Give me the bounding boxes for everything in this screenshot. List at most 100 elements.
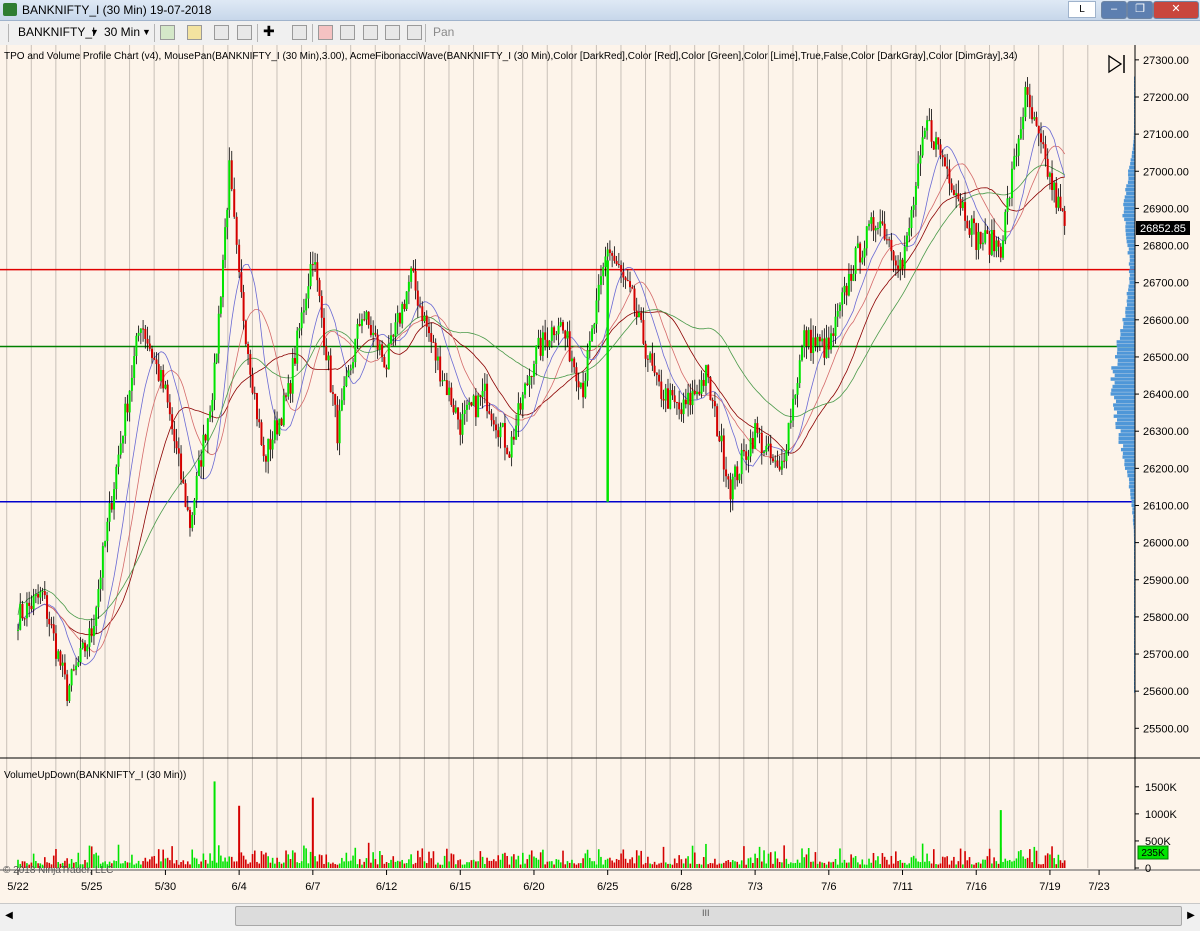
data-box-icon[interactable] bbox=[292, 25, 307, 40]
volume-bar bbox=[399, 861, 401, 868]
candle-body bbox=[32, 596, 35, 610]
volume-bar bbox=[122, 863, 124, 868]
volume-bar bbox=[955, 864, 957, 868]
candle-body bbox=[230, 160, 233, 190]
candle-body bbox=[470, 402, 473, 406]
price-tick-label: 25600.00 bbox=[1143, 686, 1189, 698]
candle-body bbox=[599, 276, 602, 285]
candle-body bbox=[526, 383, 529, 385]
volume-bar bbox=[430, 858, 433, 868]
volume-bar bbox=[510, 856, 513, 868]
profile-bar bbox=[1110, 392, 1135, 396]
candle-body bbox=[1059, 196, 1062, 209]
interval-dropdown-icon[interactable]: ▼ bbox=[142, 24, 151, 41]
candle-body bbox=[841, 292, 844, 305]
price-chart[interactable]: 25500.00 25600.00 25700.00 25800.00 25900.00… bbox=[0, 45, 1200, 903]
candle-body bbox=[443, 380, 446, 382]
candle-body bbox=[217, 313, 220, 354]
candle-body bbox=[17, 629, 19, 631]
volume-bar bbox=[857, 862, 859, 868]
profile-bar bbox=[1116, 340, 1135, 344]
candle-body bbox=[863, 248, 866, 258]
chart-mode-button[interactable]: L bbox=[1068, 1, 1096, 18]
chart-trader-icon[interactable] bbox=[407, 25, 422, 40]
restore-button[interactable]: ❐ bbox=[1127, 1, 1153, 19]
volume-bar bbox=[535, 857, 538, 868]
candle-body bbox=[477, 395, 480, 418]
zoom-icon[interactable] bbox=[237, 25, 252, 40]
indicators-icon[interactable] bbox=[318, 25, 333, 40]
volume-bar bbox=[620, 853, 622, 868]
volume-bar bbox=[341, 857, 343, 868]
volume-bar bbox=[215, 862, 218, 868]
volume-bar bbox=[696, 864, 698, 868]
volume-bar bbox=[687, 856, 689, 868]
volume-bar bbox=[879, 863, 881, 868]
volume-bar bbox=[224, 857, 226, 868]
candle-body bbox=[474, 395, 477, 418]
volume-bar bbox=[970, 864, 973, 868]
magic-wand-icon[interactable] bbox=[214, 25, 229, 40]
volume-bar bbox=[258, 863, 261, 868]
bar-type-icon[interactable] bbox=[160, 25, 175, 40]
strategies-icon[interactable] bbox=[340, 25, 355, 40]
minimize-button[interactable]: – bbox=[1101, 1, 1127, 19]
scroll-right-arrow-icon[interactable]: ▶ bbox=[1182, 906, 1200, 926]
candle-body bbox=[794, 394, 797, 399]
volume-bar bbox=[562, 850, 564, 868]
volume-bar bbox=[278, 861, 281, 868]
volume-bar bbox=[714, 858, 716, 868]
candle-body bbox=[401, 303, 404, 324]
volume-bar bbox=[624, 858, 627, 868]
volume-bar bbox=[294, 852, 296, 868]
interval-selector[interactable]: 30 Min bbox=[104, 24, 140, 41]
profile-bar bbox=[1127, 251, 1135, 255]
volume-bar bbox=[843, 859, 846, 868]
volume-bar bbox=[343, 861, 345, 868]
volume-bar bbox=[754, 853, 756, 868]
candle-body bbox=[758, 432, 761, 434]
scrollbar-thumb[interactable]: III bbox=[235, 906, 1182, 926]
candle-body bbox=[97, 589, 100, 608]
scroll-left-arrow-icon[interactable]: ◀ bbox=[0, 906, 18, 926]
candle-body bbox=[387, 343, 390, 370]
pan-button[interactable]: Pan bbox=[433, 24, 454, 41]
instrument-selector[interactable]: BANKNIFTY_I bbox=[18, 24, 95, 41]
candle-body bbox=[1015, 155, 1018, 157]
time-tick-label: 6/12 bbox=[376, 881, 397, 893]
candle-body bbox=[524, 383, 527, 395]
horizontal-scrollbar[interactable]: ◀ III ▶ bbox=[0, 903, 1200, 931]
candle-body bbox=[296, 330, 299, 364]
candle-body bbox=[481, 390, 484, 397]
close-button[interactable]: ✕ bbox=[1153, 1, 1199, 19]
volume-bar bbox=[370, 862, 372, 868]
templates-icon[interactable] bbox=[363, 25, 378, 40]
volume-bar bbox=[169, 860, 171, 868]
volume-bar bbox=[988, 848, 991, 868]
candle-body bbox=[318, 280, 321, 297]
candle-body bbox=[48, 618, 51, 625]
candle-body bbox=[1019, 129, 1022, 139]
volume-bar bbox=[189, 864, 191, 868]
price-tick-label: 26600.00 bbox=[1143, 315, 1189, 327]
volume-bar bbox=[336, 864, 339, 868]
last-volume-value: 235K bbox=[1141, 848, 1165, 859]
candle-body bbox=[293, 358, 296, 364]
candle-body bbox=[573, 358, 576, 368]
candle-body bbox=[995, 240, 998, 252]
candle-body bbox=[1031, 107, 1034, 120]
volume-bar bbox=[287, 854, 290, 868]
properties-icon[interactable] bbox=[385, 25, 400, 40]
candle-body bbox=[642, 319, 645, 344]
profile-bar bbox=[1123, 210, 1135, 214]
candle-body bbox=[519, 403, 522, 410]
volume-bar bbox=[392, 856, 395, 868]
candle-body bbox=[818, 336, 821, 342]
crosshair-icon[interactable]: ✚ bbox=[263, 24, 278, 40]
pencil-draw-icon[interactable] bbox=[187, 25, 202, 40]
volume-bar bbox=[260, 851, 263, 868]
candle-body bbox=[221, 259, 224, 298]
candle-body bbox=[814, 337, 817, 346]
candle-body bbox=[937, 137, 940, 145]
instrument-dropdown-icon[interactable]: ▼ bbox=[90, 24, 99, 41]
